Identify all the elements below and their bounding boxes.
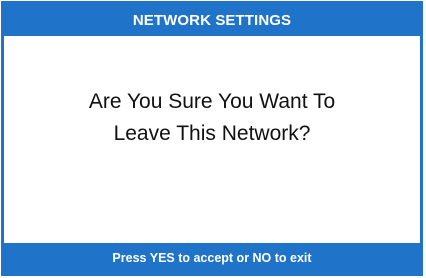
screen-title: NETWORK SETTINGS [132,11,292,29]
footer-hint: Press YES to accept or NO to exit [112,251,312,265]
footer-bar: Press YES to accept or NO to exit [4,243,420,273]
network-settings-screen: NETWORK SETTINGS Are You Sure You Want T… [1,1,423,276]
confirmation-message-line-1: Are You Sure You Want To [88,90,336,113]
confirmation-message-line-2: Leave This Network? [113,122,311,145]
confirmation-message: Are You Sure You Want To Leave This Netw… [4,86,420,150]
header-bar: NETWORK SETTINGS [4,4,420,36]
